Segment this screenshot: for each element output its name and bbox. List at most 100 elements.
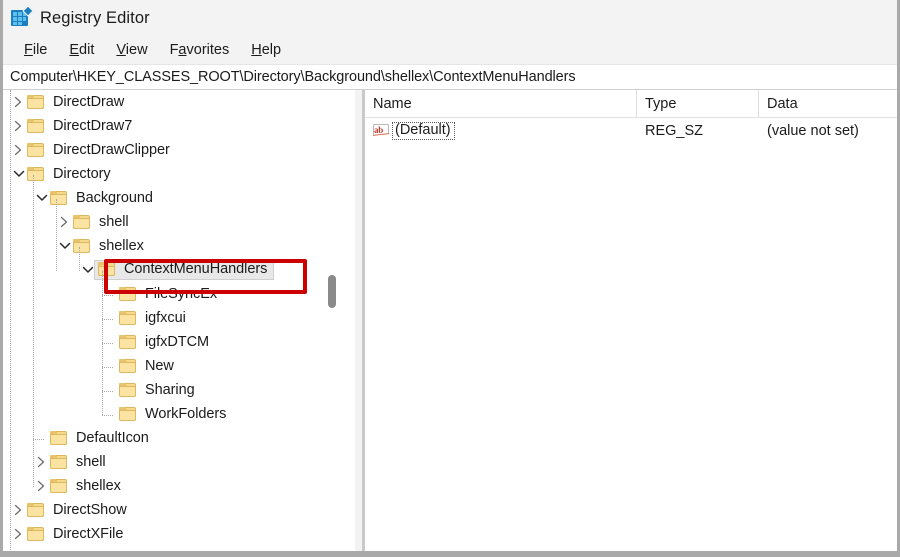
folder-icon [73, 214, 92, 230]
folder-icon [119, 382, 138, 398]
tree-item-label: igfxcui [145, 309, 186, 326]
tree-item-content[interactable]: DirectDraw [27, 94, 124, 110]
folder-icon [50, 190, 69, 206]
chevron-right-icon[interactable] [10, 138, 27, 162]
folder-icon [73, 238, 92, 254]
tree-item-content[interactable]: DirectDraw7 [27, 118, 132, 134]
tree-vertical-scrollbar[interactable] [325, 90, 340, 551]
menu-favorites[interactable]: Favorites [159, 43, 241, 58]
registry-tree[interactable]: DirectDraw DirectDraw7 DirectDrawClipper Di… [3, 90, 339, 551]
tree-item-content[interactable]: DirectDrawClipper [27, 141, 170, 158]
tree-connector-line [102, 343, 113, 345]
tree-item-workfolders[interactable]: WorkFolders [3, 402, 339, 426]
tree-connector-line [10, 90, 12, 551]
address-bar[interactable]: Computer\HKEY_CLASSES_ROOT\Directory\Bac… [3, 64, 897, 90]
tree-item-directxfile[interactable]: DirectXFile [3, 522, 339, 546]
menu-edit[interactable]: Edit [58, 43, 105, 58]
tree-item-directdrawclipper[interactable]: DirectDrawClipper [3, 138, 339, 162]
tree-item-label: igfxDTCM [145, 333, 210, 350]
tree-connector-line [56, 199, 58, 271]
tree-item-background[interactable]: Background [3, 186, 339, 210]
folder-icon [27, 166, 46, 182]
tree-item-directdraw[interactable]: DirectDraw [3, 90, 339, 114]
tree-item-label: WorkFolders [145, 405, 227, 422]
chevron-right-icon[interactable] [56, 210, 73, 234]
tree-item-filesyncex[interactable]: FileSyncEx [3, 282, 339, 306]
chevron-right-icon[interactable] [10, 90, 27, 114]
tree-item-shell[interactable]: shell [3, 210, 339, 234]
tree-item-content[interactable]: FileSyncEx [119, 286, 217, 302]
chevron-right-icon[interactable] [33, 474, 50, 498]
tree-item-directshow[interactable]: DirectShow [3, 498, 339, 522]
tree-item-new[interactable]: New [3, 354, 339, 378]
tree-connector-line [102, 295, 113, 297]
chevron-down-icon[interactable] [56, 234, 73, 258]
tree-connector-line [79, 247, 81, 271]
registry-values-pane: Name Type Data ab (Default) REG_SZ (valu… [365, 90, 897, 551]
tree-item-igfxdtcm[interactable]: igfxDTCM [3, 330, 339, 354]
registry-values-list[interactable]: ab (Default) REG_SZ (value not set) [365, 118, 897, 551]
tree-item-directory[interactable]: Directory [3, 162, 339, 186]
tree-item-shell[interactable]: shell [3, 450, 339, 474]
folder-icon [119, 310, 138, 326]
tree-item-content[interactable]: Background [50, 189, 153, 206]
folder-icon [50, 430, 69, 446]
tree-item-content[interactable]: Directory [27, 165, 111, 182]
column-header-type[interactable]: Type [637, 90, 759, 117]
tree-item-contextmenuhandlers[interactable]: ContextMenuHandlers [3, 258, 339, 282]
chevron-right-icon[interactable] [33, 450, 50, 474]
menu-file[interactable]: File [13, 43, 58, 58]
column-header-data[interactable]: Data [759, 90, 897, 117]
tree-connector-line [33, 439, 44, 441]
value-name-cell[interactable]: ab (Default) [365, 121, 637, 141]
tree-item-sharing[interactable]: Sharing [3, 378, 339, 402]
value-name-label: (Default) [392, 121, 455, 141]
tree-item-content[interactable]: shellex [73, 238, 144, 254]
tree-item-content[interactable]: DirectShow [27, 502, 127, 518]
chevron-right-icon[interactable] [10, 522, 27, 546]
tree-item-content[interactable]: WorkFolders [119, 405, 227, 422]
tree-item-shellex[interactable]: shellex [3, 234, 339, 258]
chevron-down-icon[interactable] [79, 258, 96, 282]
tree-item-content[interactable]: New [119, 358, 174, 374]
chevron-down-icon[interactable] [33, 186, 50, 210]
tree-item-content[interactable]: ContextMenuHandlers [94, 260, 275, 280]
tree-item-content[interactable]: igfxcui [119, 309, 186, 326]
chevron-right-icon[interactable] [10, 498, 27, 522]
registry-tree-pane: DirectDraw DirectDraw7 DirectDrawClipper Di… [3, 90, 362, 551]
chevron-right-icon[interactable] [10, 114, 27, 138]
tree-item-label: Sharing [145, 381, 195, 398]
tree-item-label: Directory [53, 165, 111, 182]
tree-item-shellex[interactable]: shellex [3, 474, 339, 498]
tree-item-label: Background [76, 189, 153, 206]
tree-item-label: DirectDrawClipper [53, 141, 170, 158]
menu-help[interactable]: Help [240, 43, 292, 58]
table-row[interactable]: ab (Default) REG_SZ (value not set) [365, 118, 897, 144]
tree-connector-line [102, 391, 113, 393]
tree-item-content[interactable]: DefaultIcon [50, 430, 149, 446]
tree-item-content[interactable]: DirectXFile [27, 526, 123, 542]
tree-item-content[interactable]: Sharing [119, 381, 195, 398]
tree-item-content[interactable]: igfxDTCM [119, 333, 210, 350]
column-header-name[interactable]: Name [365, 90, 637, 117]
folder-icon [27, 142, 46, 158]
tree-item-directdraw7[interactable]: DirectDraw7 [3, 114, 339, 138]
folder-icon [27, 118, 46, 134]
chevron-down-icon[interactable] [10, 162, 27, 186]
tree-item-content[interactable]: shell [50, 454, 106, 470]
tree-item-content[interactable]: shell [73, 214, 129, 230]
folder-icon [119, 286, 138, 302]
folder-icon [119, 406, 138, 422]
tree-item-igfxcui[interactable]: igfxcui [3, 306, 339, 330]
folder-icon [119, 334, 138, 350]
menu-view[interactable]: View [105, 43, 158, 58]
tree-connector-line [102, 367, 113, 369]
tree-item-defaulticon[interactable]: DefaultIcon [3, 426, 339, 450]
tree-item-content[interactable]: shellex [50, 478, 121, 494]
folder-icon [27, 526, 46, 542]
tree-scrollbar-thumb[interactable] [328, 275, 336, 308]
